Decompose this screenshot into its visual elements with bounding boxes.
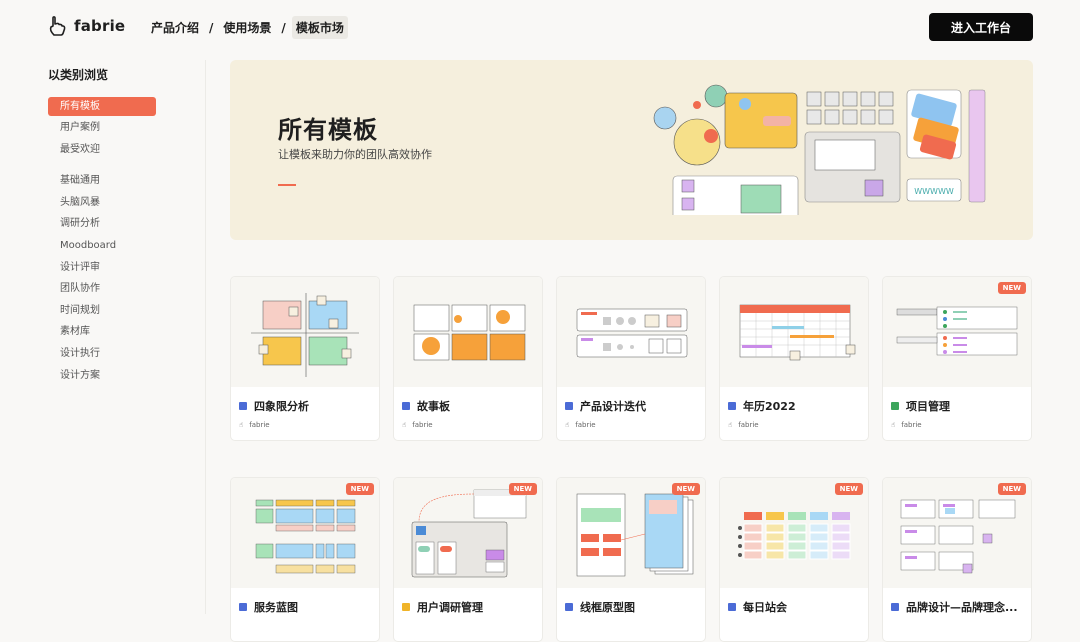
quadrant-thumbnail-art <box>251 293 359 377</box>
sidebar-item-review[interactable]: 设计评审 <box>48 259 156 281</box>
template-card-wireframe[interactable]: NEW 线框原型图 <box>556 477 706 642</box>
sidebar-item-brainstorm[interactable]: 头脑风暴 <box>48 194 156 216</box>
sidebar-item-cases[interactable]: 用户案例 <box>48 119 156 141</box>
sidebar-item-research[interactable]: 调研分析 <box>48 215 156 237</box>
template-card-user-research[interactable]: NEW 用户调研管理 <box>393 477 543 642</box>
enter-workspace-button[interactable]: 进入工作台 <box>929 13 1033 41</box>
template-card-quadrant[interactable]: 四象限分析 ☝ fabrie <box>230 276 380 441</box>
sidebar-item-basic[interactable]: 基础通用 <box>48 172 156 194</box>
card-title: 服务蓝图 <box>239 599 375 615</box>
hand-icon: ☝ <box>891 421 896 429</box>
page-title: 所有模板 <box>278 116 378 144</box>
accent-underline <box>278 184 296 186</box>
card-thumbnail <box>720 277 868 387</box>
board-icon <box>239 603 247 611</box>
new-badge: NEW <box>671 483 700 495</box>
new-badge: NEW <box>834 483 863 495</box>
template-card-storyboard[interactable]: 故事板 ☝ fabrie <box>393 276 543 441</box>
hand-icon: ☝ <box>402 421 407 429</box>
crumb-separator: / <box>281 20 286 35</box>
hero-art-text: WWWWW <box>914 187 954 196</box>
card-author: ☝ fabrie <box>239 421 270 429</box>
calendar-thumbnail-art <box>739 304 856 361</box>
board-icon <box>402 402 410 410</box>
card-thumbnail <box>231 277 379 387</box>
card-title: 四象限分析 <box>239 398 375 414</box>
board-icon <box>728 402 736 410</box>
iteration-thumbnail-art <box>576 308 688 358</box>
card-thumbnail <box>557 277 705 387</box>
template-card-brand[interactable]: NEW 品牌设计—品牌理念... <box>882 477 1032 642</box>
card-title: 年历2022 <box>728 398 864 414</box>
new-badge: NEW <box>345 483 374 495</box>
new-badge: NEW <box>997 282 1026 294</box>
hero-illustration: WWWWW <box>653 84 986 215</box>
sidebar-divider <box>205 60 206 614</box>
sidebar-item-planning[interactable]: 时间规划 <box>48 302 156 324</box>
card-author: ☝ fabrie <box>402 421 433 429</box>
card-author: ☝ fabrie <box>728 421 759 429</box>
storyboard-thumbnail-art <box>413 304 526 361</box>
sidebar-title: 以类别浏览 <box>48 68 109 82</box>
board-icon <box>891 603 899 611</box>
crumb-scenarios[interactable]: 使用场景 <box>219 16 275 39</box>
table-icon <box>402 603 410 611</box>
new-badge: NEW <box>508 483 537 495</box>
crumb-separator: / <box>209 20 214 35</box>
category-sidebar: 以类别浏览 所有模板 用户案例 最受欢迎 基础通用 头脑风暴 调研分析 Mood… <box>48 60 208 388</box>
crumb-templates[interactable]: 模板市场 <box>291 16 348 39</box>
sidebar-item-assets[interactable]: 素材库 <box>48 323 156 345</box>
hand-icon: ☝ <box>239 421 244 429</box>
hero-banner: 所有模板 让模板来助力你的团队高效协作 WWWWW <box>230 60 1033 240</box>
sidebar-item-execution[interactable]: 设计执行 <box>48 345 156 367</box>
template-card-project[interactable]: NEW 项目管理 ☝ fabrie <box>882 276 1032 441</box>
board-icon <box>565 402 573 410</box>
card-title: 项目管理 <box>891 398 1027 414</box>
sidebar-item-all[interactable]: 所有模板 <box>48 97 156 116</box>
sidebar-item-proposal[interactable]: 设计方案 <box>48 367 156 389</box>
card-author: ☝ fabrie <box>565 421 596 429</box>
list-icon <box>891 402 899 410</box>
sidebar-item-collab[interactable]: 团队协作 <box>48 280 156 302</box>
top-bar: fabrie 产品介绍 / 使用场景 / 模板市场 进入工作台 <box>0 0 1080 54</box>
logo-text: fabrie <box>74 17 126 35</box>
board-icon <box>565 603 573 611</box>
card-title: 用户调研管理 <box>402 599 538 615</box>
hand-icon: ☝ <box>565 421 570 429</box>
card-thumbnail <box>394 277 542 387</box>
new-badge: NEW <box>997 483 1026 495</box>
sidebar-item-popular[interactable]: 最受欢迎 <box>48 141 156 163</box>
card-title: 品牌设计—品牌理念... <box>891 599 1027 615</box>
card-author: ☝ fabrie <box>891 421 922 429</box>
card-title: 产品设计迭代 <box>565 398 701 414</box>
hand-logo-icon <box>49 16 66 36</box>
sidebar-item-moodboard[interactable]: Moodboard <box>48 237 156 259</box>
logo[interactable]: fabrie <box>48 15 125 37</box>
hand-icon: ☝ <box>728 421 733 429</box>
template-card-service-blueprint[interactable]: NEW 服务蓝图 <box>230 477 380 642</box>
card-title: 故事板 <box>402 398 538 414</box>
card-title: 每日站会 <box>728 599 864 615</box>
crumb-product[interactable]: 产品介绍 <box>147 16 203 39</box>
template-card-calendar[interactable]: 年历2022 ☝ fabrie <box>719 276 869 441</box>
board-icon <box>239 402 247 410</box>
template-card-iteration[interactable]: 产品设计迭代 ☝ fabrie <box>556 276 706 441</box>
template-card-standup[interactable]: NEW 每日站会 <box>719 477 869 642</box>
breadcrumb: 产品介绍 / 使用场景 / 模板市场 <box>147 16 348 39</box>
card-title: 线框原型图 <box>565 599 701 615</box>
page-subtitle: 让模板来助力你的团队高效协作 <box>278 148 432 161</box>
board-icon <box>728 603 736 611</box>
